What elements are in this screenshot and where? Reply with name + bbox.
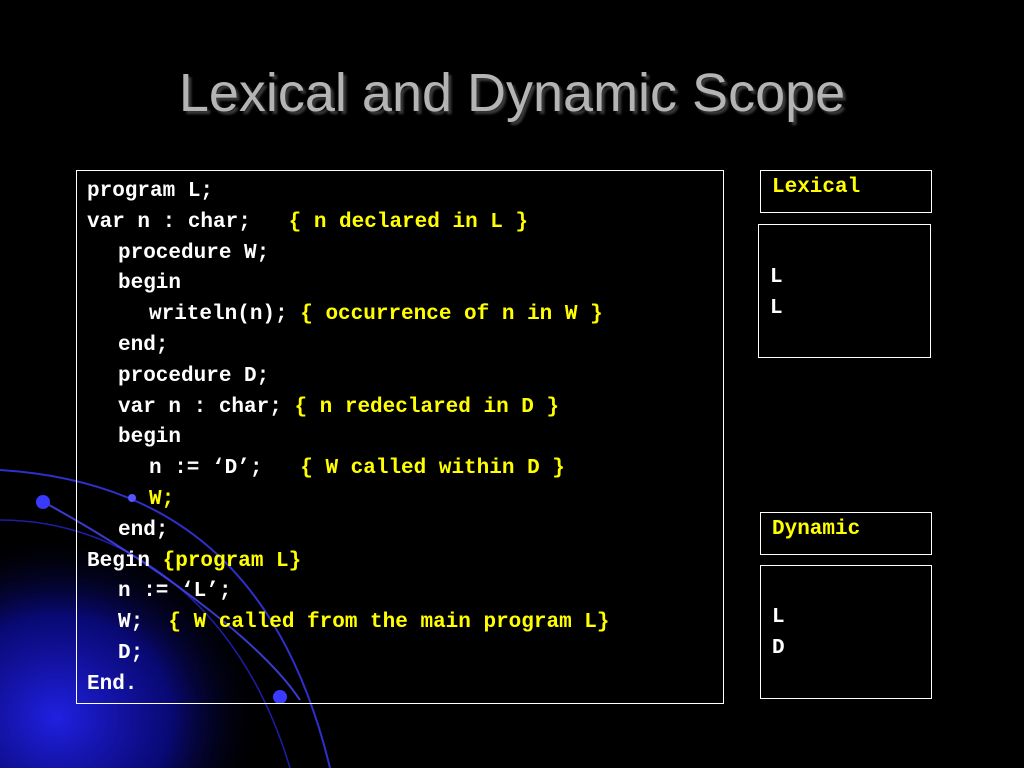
code-line: W; { W called from the main program L} — [118, 611, 610, 635]
code-line: End. — [87, 672, 138, 696]
lexical-result-2: L — [770, 297, 783, 320]
code-line: end; — [118, 333, 169, 357]
code-line: Begin {program L} — [87, 549, 302, 573]
code-line: writeln(n); { occurrence of n in W } — [149, 303, 603, 327]
dynamic-result-1: L — [772, 606, 785, 629]
code-line: program L; — [87, 180, 214, 203]
code-line: begin — [118, 426, 182, 450]
dynamic-result-2: D — [772, 637, 785, 660]
code-line: end; — [118, 518, 169, 542]
slide-title: Lexical and Dynamic Scope — [178, 63, 846, 123]
dynamic-label: Dynamic — [760, 512, 932, 555]
lexical-label: Lexical — [760, 170, 932, 213]
code-line: n := ‘L’; — [118, 580, 232, 604]
code-line: procedure W; — [118, 241, 270, 265]
code-block: program L; var n : char; { n declared in… — [76, 170, 724, 704]
code-line: D; — [118, 641, 144, 665]
lexical-result-1: L — [770, 266, 783, 289]
code-line: var n : char; { n declared in L } — [87, 210, 529, 234]
dynamic-results: L D — [760, 565, 932, 699]
code-line: W; — [149, 487, 175, 511]
code-line: var n : char; { n redeclared in D } — [118, 395, 560, 419]
lexical-results: L L — [758, 224, 931, 358]
code-line: n := ‘D’; { W called within D } — [149, 457, 565, 481]
code-line: begin — [118, 272, 182, 296]
code-line: procedure D; — [118, 364, 270, 388]
